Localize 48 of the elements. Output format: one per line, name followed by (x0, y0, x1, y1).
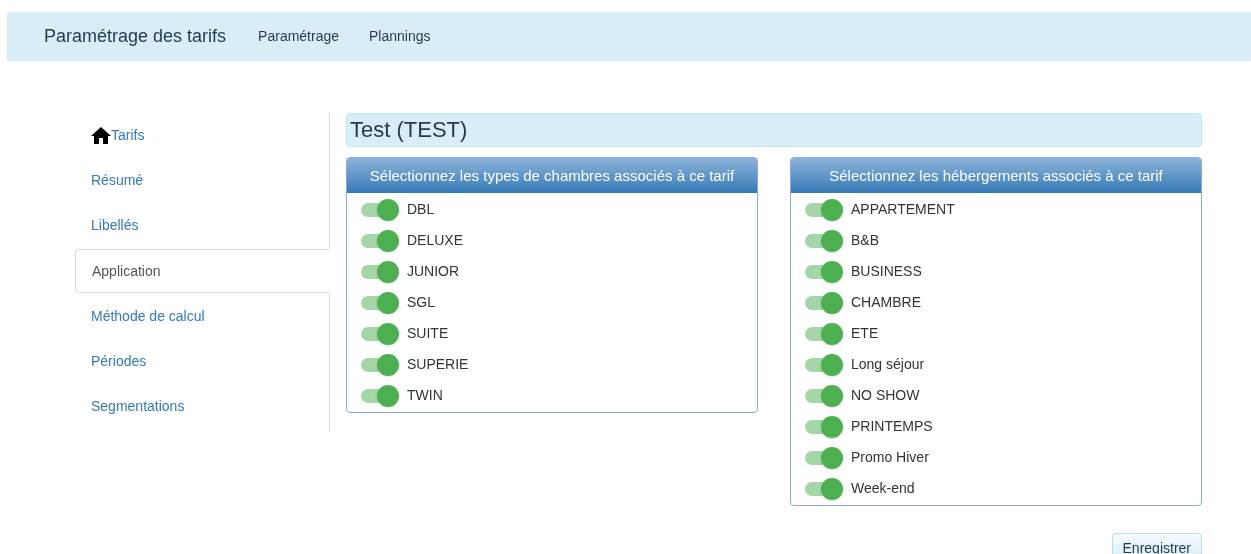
toggle-switch[interactable] (805, 198, 843, 221)
nav-link[interactable]: Plannings (369, 26, 431, 47)
toggle-switch[interactable] (805, 229, 843, 252)
sidebar-item[interactable]: Libellés (75, 203, 329, 248)
toggle-switch[interactable] (361, 353, 399, 376)
navbar-brand[interactable]: Paramétrage des tarifs (44, 23, 227, 50)
toggle-switch[interactable] (361, 260, 399, 283)
panel-heading: Sélectionnez les hébergements associés à ce tarif (791, 158, 1201, 193)
toggle-label: Week-end (851, 479, 915, 498)
toggle-label: SGL (407, 293, 435, 312)
sidebar-item[interactable]: Résumé (75, 158, 329, 203)
panel-heading: Sélectionnez les types de chambres associés à ce tarif (347, 158, 757, 193)
sidebar-item[interactable]: Tarifs (75, 113, 329, 158)
tarif-title: Test (TEST) (346, 113, 1202, 147)
toggle-label: Promo Hiver (851, 448, 929, 467)
toggle-switch[interactable] (805, 322, 843, 345)
toggle-switch[interactable] (805, 477, 843, 500)
toggle-switch[interactable] (805, 415, 843, 438)
toggle-switch[interactable] (805, 446, 843, 469)
toggle-switch[interactable] (361, 291, 399, 314)
toggle-label: DELUXE (407, 231, 464, 250)
toggle-switch[interactable] (805, 291, 843, 314)
toggle-label: DBL (407, 200, 435, 219)
toggle-label: NO SHOW (851, 386, 920, 405)
toggle-switch[interactable] (805, 260, 843, 283)
toggle-label: CHAMBRE (851, 293, 921, 312)
toggle-switch[interactable] (361, 198, 399, 221)
toggle-label: Long séjour (851, 355, 925, 374)
sidebar-item[interactable]: Application (75, 249, 330, 293)
toggle-label: JUNIOR (407, 262, 460, 281)
toggle-label: TWIN (407, 386, 443, 405)
home-icon (91, 127, 111, 144)
sidebar-item[interactable]: Périodes (75, 339, 329, 384)
nav-link[interactable]: Paramétrage (258, 26, 340, 47)
sidebar-item[interactable]: Segmentations (75, 384, 329, 429)
toggle-switch[interactable] (361, 229, 399, 252)
toggle-label: PRINTEMPS (851, 417, 933, 436)
toggle-label: SUPERIE (407, 355, 469, 374)
toggle-label: ETE (851, 324, 879, 343)
toggle-label: APPARTEMENT (851, 200, 955, 219)
toggle-label: SUITE (407, 324, 449, 343)
sidebar-item[interactable]: Méthode de calcul (75, 294, 329, 339)
toggle-label: B&B (851, 231, 879, 250)
toggle-switch[interactable] (805, 384, 843, 407)
toggle-label: BUSINESS (851, 262, 922, 281)
toggle-switch[interactable] (361, 384, 399, 407)
toggle-switch[interactable] (805, 353, 843, 376)
toggle-switch[interactable] (361, 322, 399, 345)
